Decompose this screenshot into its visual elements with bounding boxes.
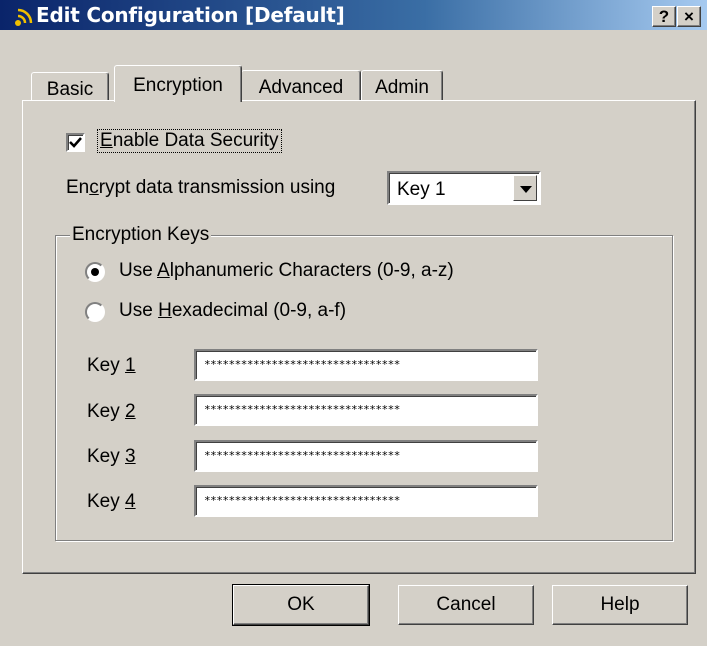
active-tab-join — [115, 100, 239, 102]
hexadecimal-radio[interactable] — [85, 302, 105, 322]
window-title: Edit Configuration [Default] — [36, 3, 345, 27]
question-mark-icon: ? — [658, 7, 670, 26]
key-4-label: Key 4 — [87, 491, 136, 512]
ok-button[interactable]: OK — [232, 584, 370, 626]
wireless-signal-icon — [15, 8, 33, 26]
tab-encryption[interactable]: Encryption — [114, 65, 242, 102]
radio-selected-dot — [91, 268, 99, 276]
alphanumeric-label[interactable]: Use Alphanumeric Characters (0-9, a-z) — [119, 260, 454, 282]
close-icon: × — [684, 7, 694, 26]
checkmark-icon — [69, 137, 82, 148]
key-4-input[interactable]: ******************************** — [194, 485, 538, 517]
cancel-button[interactable]: Cancel — [398, 585, 534, 625]
tab-advanced[interactable]: Advanced — [241, 70, 361, 101]
encrypt-using-label: Encrypt data transmission using — [66, 177, 336, 198]
help-button[interactable]: Help — [552, 585, 688, 625]
encrypt-key-value: Key 1 — [397, 179, 446, 200]
tab-label: Encryption — [133, 75, 223, 96]
help-title-button[interactable]: ? — [652, 6, 676, 27]
encryption-keys-group-label: Encryption Keys — [70, 224, 212, 246]
tab-basic[interactable]: Basic — [31, 72, 109, 101]
hexadecimal-label[interactable]: Use Hexadecimal (0-9, a-f) — [119, 300, 346, 322]
encrypt-key-select[interactable]: Key 1 — [387, 171, 541, 205]
key-1-label: Key 1 — [87, 355, 136, 376]
key-2-label: Key 2 — [87, 401, 136, 422]
tab-label: Basic — [46, 79, 94, 100]
edit-configuration-dialog: Edit Configuration [Default] ? × Basic E… — [0, 0, 707, 646]
key-1-input[interactable]: ******************************** — [194, 349, 538, 381]
enable-data-security-label[interactable]: Enable Data Security — [97, 129, 282, 153]
tab-label: Admin — [375, 77, 429, 98]
key-3-input[interactable]: ******************************** — [194, 440, 538, 472]
key-2-input[interactable]: ******************************** — [194, 394, 538, 426]
alphanumeric-radio[interactable] — [85, 262, 105, 282]
tab-admin[interactable]: Admin — [361, 70, 443, 101]
title-bar[interactable]: Edit Configuration [Default] ? × — [0, 0, 707, 30]
tab-label: Advanced — [258, 77, 344, 98]
enable-data-security-checkbox[interactable] — [66, 133, 85, 152]
chevron-down-icon[interactable] — [513, 175, 537, 201]
key-3-label: Key 3 — [87, 446, 136, 467]
close-title-button[interactable]: × — [677, 6, 701, 27]
